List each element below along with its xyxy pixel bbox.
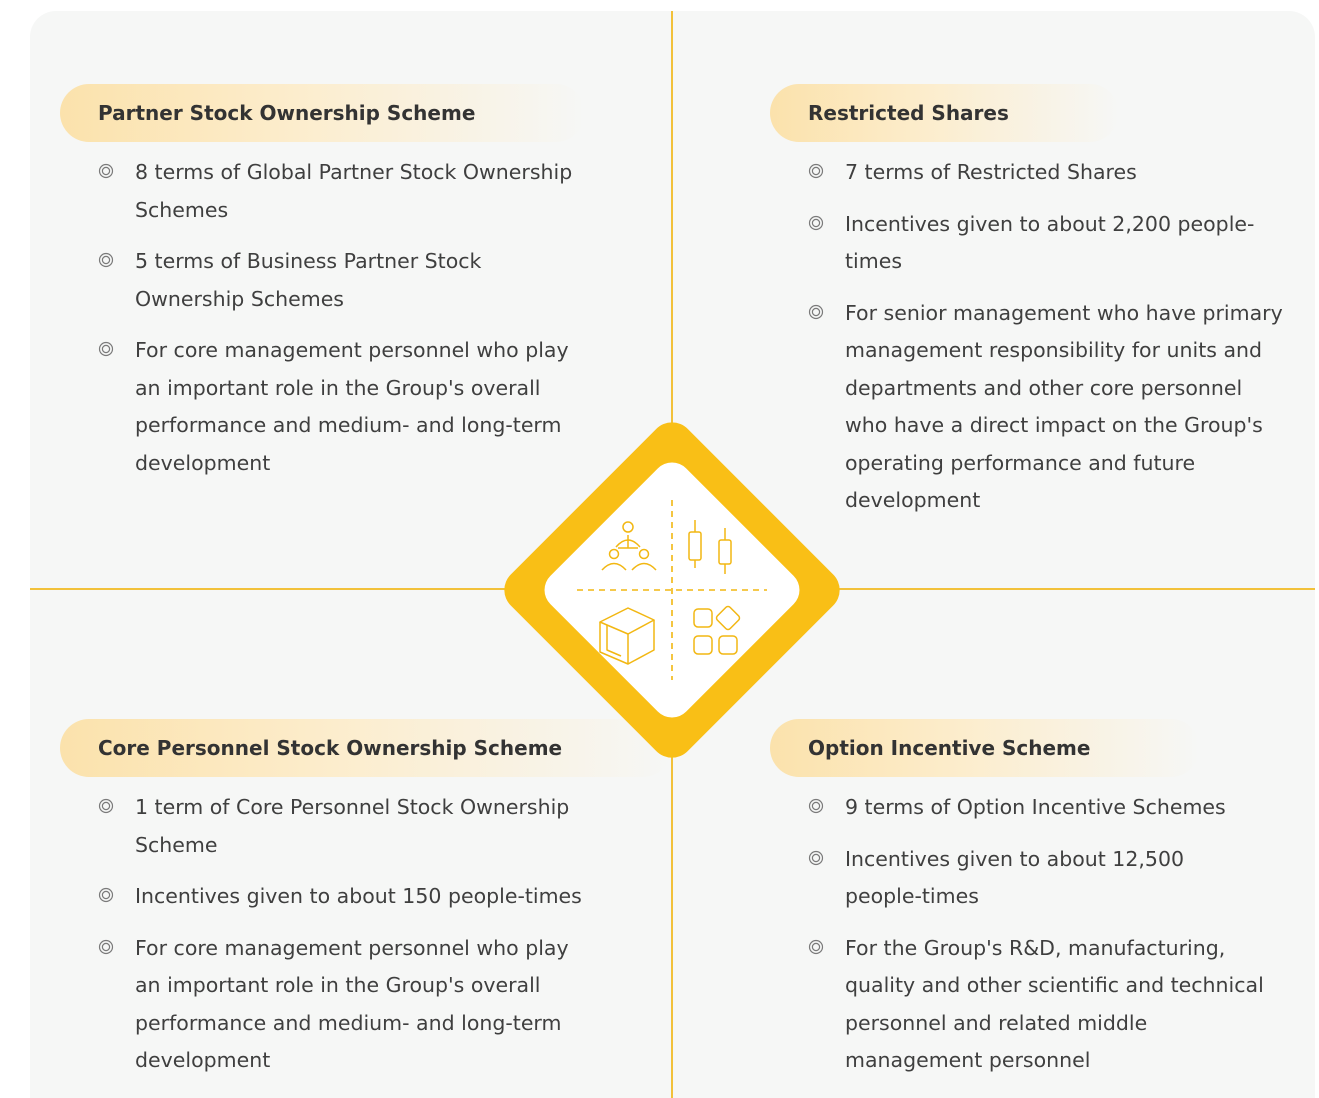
double-circle-bullet-icon	[98, 939, 114, 954]
item-text: 8 terms of Global Partner Stock Ownershi…	[135, 160, 573, 222]
quadrant-title: Restricted Shares	[770, 84, 1119, 142]
quadrant-title: Partner Stock Ownership Scheme	[60, 84, 586, 142]
double-circle-bullet-icon	[808, 850, 824, 865]
item-text: For core management personnel who play a…	[135, 935, 569, 1073]
double-circle-bullet-icon	[808, 163, 824, 179]
double-circle-bullet-icon	[98, 252, 114, 268]
item-text: Incentives given to about 2,200 people-t…	[845, 211, 1255, 274]
double-circle-bullet-icon	[808, 798, 824, 814]
double-circle-bullet-icon	[808, 215, 824, 230]
list-item: Incentives given to about 2,200 people-t…	[770, 206, 1285, 281]
item-list: 1 term of Core Personnel Stock Ownership…	[60, 789, 620, 1080]
item-text: 9 terms of Option Incentive Schemes	[845, 795, 1226, 819]
double-circle-bullet-icon	[98, 341, 114, 357]
item-text: Incentives given to about 12,500 people-…	[845, 846, 1185, 909]
double-circle-bullet-icon	[808, 304, 824, 319]
item-list: 9 terms of Option Incentive Schemes Ince…	[770, 789, 1290, 1080]
list-item: Incentives given to about 12,500 people-…	[770, 841, 1235, 916]
item-text: Incentives given to about 150 people-tim…	[135, 884, 582, 908]
double-circle-bullet-icon	[98, 887, 114, 903]
center-diamond	[478, 396, 866, 784]
double-circle-bullet-icon	[808, 939, 824, 954]
list-item: 1 term of Core Personnel Stock Ownership…	[60, 789, 595, 864]
item-text: 7 terms of Restricted Shares	[845, 160, 1137, 184]
list-item: 8 terms of Global Partner Stock Ownershi…	[60, 154, 595, 229]
double-circle-bullet-icon	[98, 163, 114, 179]
item-text: 5 terms of Business Partner Stock Owners…	[135, 249, 482, 311]
double-circle-bullet-icon	[98, 798, 114, 814]
list-item: For the Group's R&D, manufacturing, qual…	[770, 930, 1285, 1080]
list-item: 5 terms of Business Partner Stock Owners…	[60, 243, 555, 318]
list-item: For core management personnel who play a…	[60, 930, 595, 1080]
item-text: 1 term of Core Personnel Stock Ownership…	[135, 795, 570, 857]
list-item: 7 terms of Restricted Shares	[770, 154, 1275, 192]
list-item: Incentives given to about 150 people-tim…	[60, 878, 635, 916]
item-text: For senior management who have primary m…	[845, 300, 1283, 513]
item-text: For the Group's R&D, manufacturing, qual…	[845, 935, 1264, 1073]
center-diamond-graphic	[504, 422, 840, 758]
list-item: 9 terms of Option Incentive Schemes	[770, 789, 1285, 827]
